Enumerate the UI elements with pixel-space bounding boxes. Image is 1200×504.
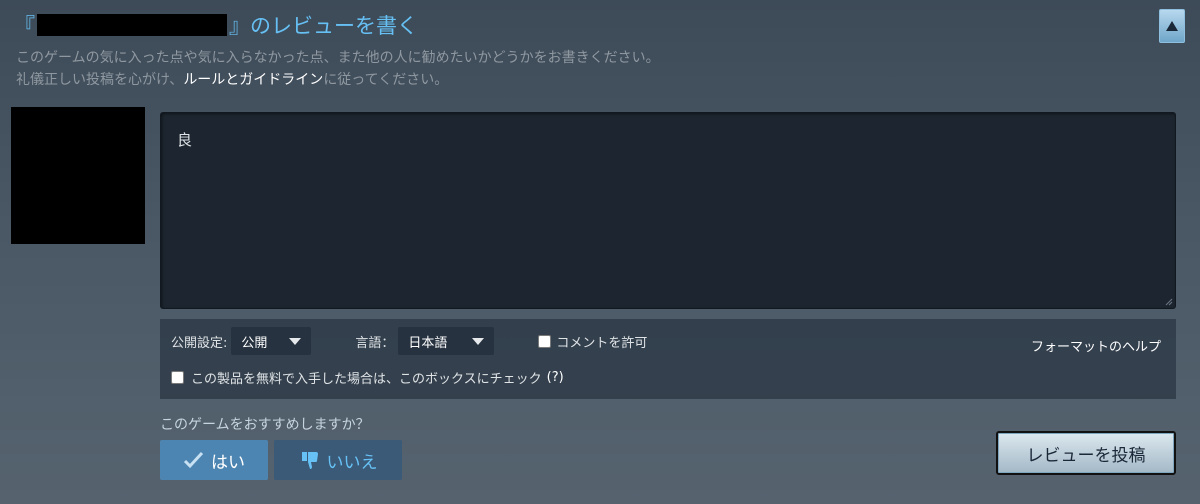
free-copy-help-link[interactable]: (?) (547, 370, 564, 385)
language-label: 言語： (355, 335, 395, 351)
instructions-line-2-pre: 礼儀正しい投稿を心がけ、 (16, 72, 184, 88)
free-copy-label: この製品を無料で入手した場合は、このボックスにチェック (191, 372, 542, 387)
review-instructions: このゲームの気に入った点や気に入らなかった点、また他の人に勧めたいかどうかをお書… (16, 47, 660, 91)
instructions-line-1: このゲームの気に入った点や気に入らなかった点、また他の人に勧めたいかどうかをお書… (16, 50, 660, 66)
allow-comments-checkbox[interactable] (538, 334, 552, 348)
visibility-value: 公開 (241, 335, 268, 351)
free-copy-checkbox[interactable] (171, 371, 184, 384)
instructions-line-2: 礼儀正しい投稿を心がけ、ルールとガイドラインに従ってください。 (16, 69, 660, 91)
collapse-button[interactable] (1159, 9, 1185, 43)
format-help-link[interactable]: フォーマットのヘルプ (1031, 336, 1161, 355)
recommend-yes-button[interactable]: はい (160, 440, 268, 480)
triangle-up-icon (1166, 21, 1178, 31)
caret-down-icon (472, 337, 485, 345)
language-select[interactable]: 日本語 (398, 327, 495, 355)
allow-comments-option: コメントを許可 (538, 332, 647, 351)
options-row-1: 公開設定: 公開 言語： 日本語 コメントを許可 (171, 327, 647, 355)
redacted-game-name (37, 14, 227, 36)
visibility-label: 公開設定: (171, 335, 228, 351)
allow-comments-label: コメントを許可 (556, 335, 648, 351)
game-capsule-image (11, 107, 145, 244)
post-review-button[interactable]: レビューを投稿 (996, 431, 1176, 475)
review-text-input[interactable]: 良 (160, 112, 1176, 309)
review-options-panel: 公開設定: 公開 言語： 日本語 コメントを許可 フォーマットのヘルプ この製品… (160, 319, 1176, 399)
title-suffix: 』のレビューを書く (229, 14, 418, 38)
recommend-question: このゲームをおすすめしますか？ (160, 417, 370, 433)
review-text-value: 良 (177, 131, 193, 149)
thumbs-down-icon (301, 452, 318, 469)
title-bracket-open: 『 (14, 14, 35, 38)
options-row-2: この製品を無料で入手した場合は、このボックスにチェック (?) (171, 368, 564, 387)
language-value: 日本語 (408, 335, 448, 351)
recommend-yes-label: はい (211, 452, 245, 473)
thumbs-up-icon (183, 451, 204, 469)
caret-down-icon (289, 337, 302, 345)
rules-guidelines-link[interactable]: ルールとガイドライン (183, 72, 323, 88)
recommend-no-label: いいえ (326, 452, 378, 473)
instructions-line-2-post: に従ってください。 (323, 72, 449, 88)
visibility-select[interactable]: 公開 (231, 327, 312, 355)
resize-grip-icon[interactable] (1165, 298, 1173, 306)
post-review-label: レビューを投稿 (1026, 445, 1146, 466)
review-title: 『 』のレビューを書く (14, 10, 418, 40)
recommend-no-button[interactable]: いいえ (274, 440, 402, 480)
